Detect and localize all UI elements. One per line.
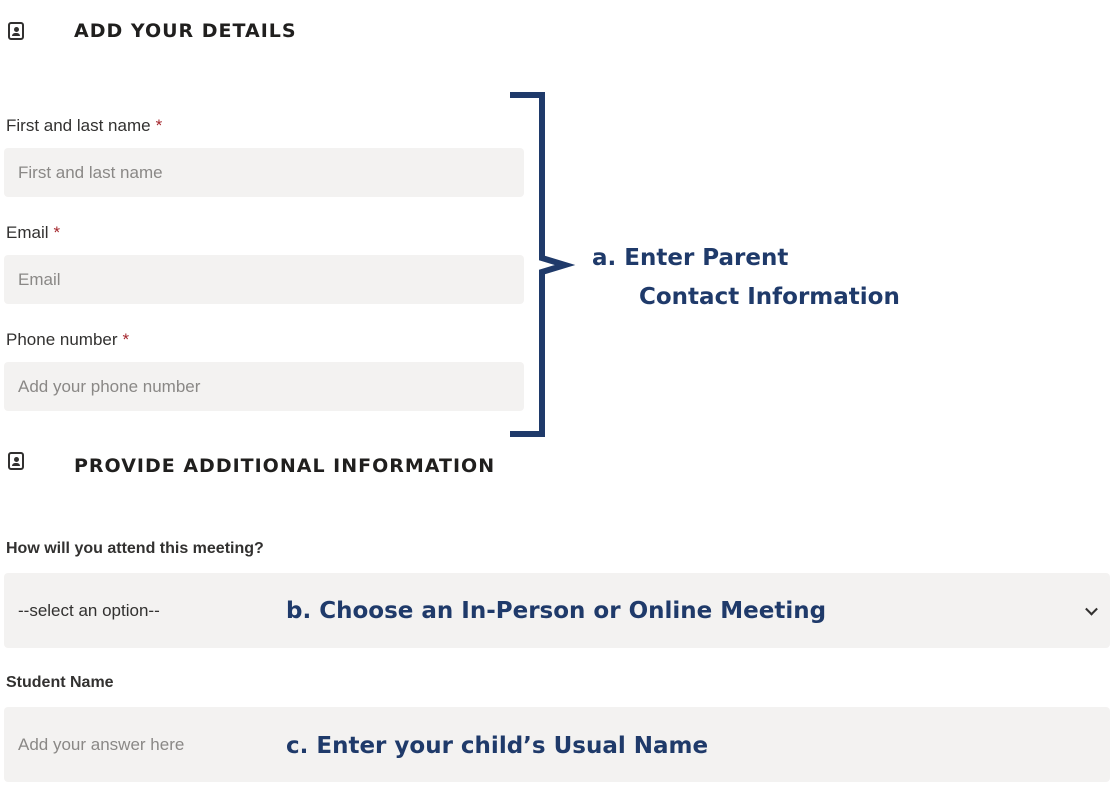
section-title-details: ADD YOUR DETAILS	[74, 20, 297, 42]
phone-input[interactable]: Add your phone number	[4, 362, 524, 411]
email-input[interactable]: Email	[4, 255, 524, 304]
bracket-annotation	[510, 92, 576, 437]
annotation-a-line2: Contact Information	[639, 284, 900, 310]
phone-label: Phone number *	[6, 330, 129, 350]
student-placeholder: Add your answer here	[18, 734, 185, 754]
phone-label-text: Phone number	[6, 330, 118, 349]
attend-selected-value: --select an option--	[18, 600, 160, 620]
email-label: Email *	[6, 223, 60, 243]
name-placeholder: First and last name	[18, 162, 163, 182]
phone-placeholder: Add your phone number	[18, 376, 201, 396]
annotation-a-line1: a. Enter Parent	[592, 245, 789, 271]
name-label: First and last name *	[6, 116, 162, 136]
annotation-b: b. Choose an In-Person or Online Meeting	[286, 598, 827, 624]
name-input[interactable]: First and last name	[4, 148, 524, 197]
required-marker: *	[155, 116, 163, 135]
chevron-down-icon	[1085, 602, 1098, 616]
required-marker: *	[122, 330, 130, 349]
contact-card-icon	[8, 22, 24, 40]
student-label: Student Name	[6, 674, 114, 691]
contact-card-icon	[8, 452, 24, 470]
attend-label: How will you attend this meeting?	[6, 540, 264, 557]
email-label-text: Email	[6, 223, 49, 242]
section-title-additional: PROVIDE ADDITIONAL INFORMATION	[74, 455, 496, 477]
required-marker: *	[53, 223, 61, 242]
name-label-text: First and last name	[6, 116, 151, 135]
annotation-c: c. Enter your child’s Usual Name	[286, 733, 709, 759]
email-placeholder: Email	[18, 269, 61, 289]
